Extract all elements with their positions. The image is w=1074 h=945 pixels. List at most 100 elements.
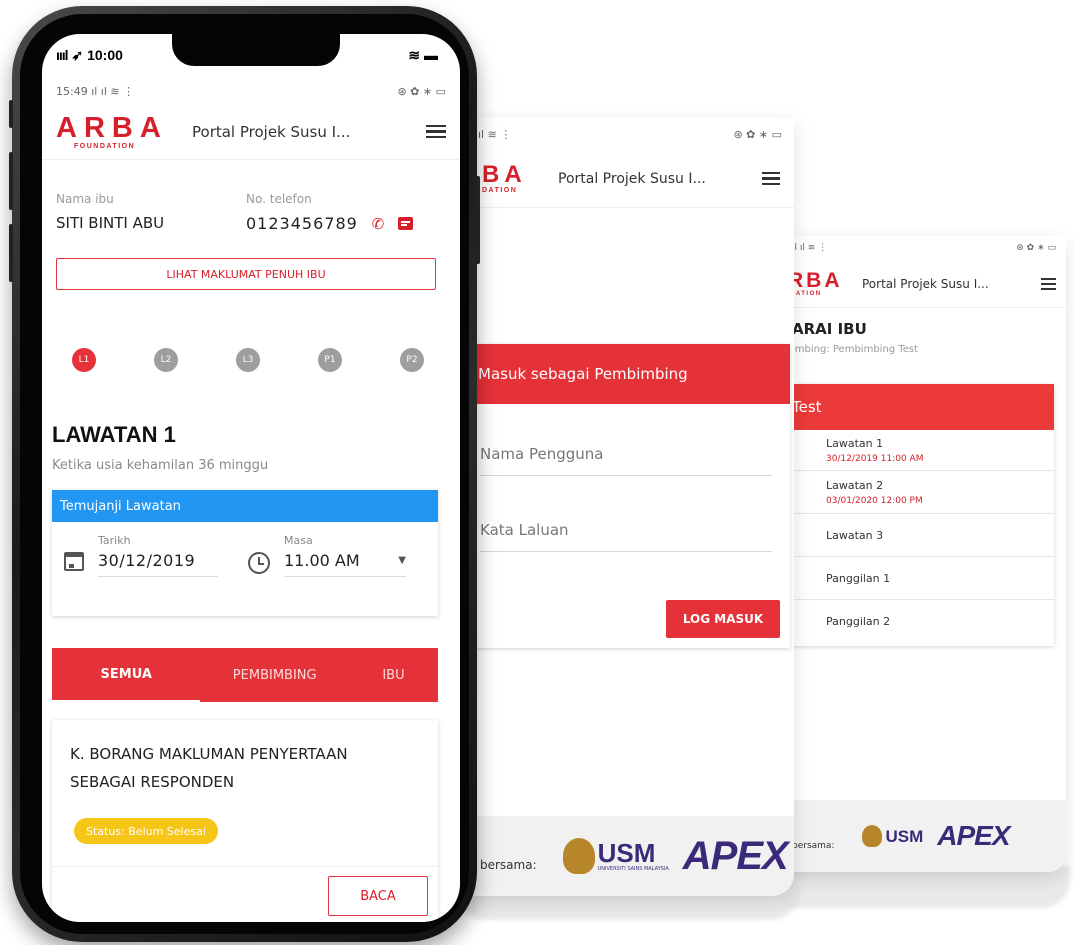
list-item[interactable]: Lawatan 1 30/12/2019 11:00 AM: [778, 430, 1054, 471]
menu-icon[interactable]: [1041, 277, 1056, 290]
apex-logo: APEX: [937, 820, 1010, 851]
form-title: K. BORANG MAKLUMAN PENYERTAAN SEBAGAI RE…: [70, 740, 348, 796]
username-input[interactable]: Nama Pengguna: [480, 432, 772, 476]
status-icons: ⊛ ✿ ∗ ▭: [733, 127, 782, 141]
volume-up-button: [9, 152, 13, 210]
list-item[interactable]: Panggilan 2: [778, 600, 1054, 643]
android-time: 15:49: [56, 84, 88, 98]
signal-icons: ıl ≋ ⋮: [478, 127, 512, 141]
call-icon[interactable]: ✆: [372, 215, 385, 233]
step-p2[interactable]: P2: [400, 348, 424, 372]
group-header: Test: [778, 384, 1054, 430]
android-status-bar: 15:49 ıl ıl ≋ ⋮ ⊛ ✿ ∗ ▭: [56, 84, 446, 98]
app-title: Portal Projek Susu I...: [192, 122, 351, 141]
status-badge: Status: Belum Selesai: [74, 818, 218, 844]
visits-card: Test Lawatan 1 30/12/2019 11:00 AM Lawat…: [778, 384, 1054, 646]
status-icons: ⊛ ✿ ∗ ▭: [1016, 243, 1056, 253]
list-heading: ARAI IBU imbing: Pembimbing Test: [778, 308, 1066, 355]
ios-status-icons: ≋ ▬: [408, 46, 438, 63]
usm-sub: UNIVERSITI SAINS MALAYSIA: [597, 866, 669, 872]
row-date: 03/01/2020 12:00 PM: [826, 495, 923, 506]
logo: ARBA FOUNDATION: [56, 111, 168, 150]
step-l1[interactable]: L1: [72, 348, 96, 372]
tab-semua[interactable]: SEMUA: [52, 648, 201, 702]
step-p1[interactable]: P1: [318, 348, 342, 372]
signal-icons: ıl ıl ≋ ⋮: [792, 243, 828, 253]
date-label: Tarikh: [98, 534, 131, 547]
app-title: Portal Projek Susu I...: [862, 276, 989, 291]
row-label: Panggilan 2: [826, 615, 891, 628]
mother-name-block: Nama ibu SITI BINTI ABU: [56, 192, 164, 232]
login-header: Masuk sebagai Pembimbing: [460, 344, 790, 404]
form-card: K. BORANG MAKLUMAN PENYERTAAN SEBAGAI RE…: [52, 720, 438, 922]
date-value: 30/12/2019: [98, 551, 218, 577]
row-label: Lawatan 1: [826, 436, 884, 450]
view-full-mother-button[interactable]: LIHAT MAKLUMAT PENUH IBU: [56, 258, 436, 290]
chevron-down-icon[interactable]: ▼: [398, 555, 406, 566]
usm-text: USM: [597, 838, 656, 868]
partners-footer: bersama: USM UNIVERSITI SAINS MALAYSIA A…: [460, 816, 794, 896]
list-item[interactable]: Lawatan 3: [778, 514, 1054, 557]
read-button[interactable]: BACA: [328, 876, 428, 916]
mother-name: SITI BINTI ABU: [56, 214, 165, 232]
app-header: BA DATION Portal Projek Susu I...: [460, 150, 794, 208]
status-bar: ıl ≋ ⋮ ⊛ ✿ ∗ ▭: [460, 118, 794, 150]
appointment-header: Temujanji Lawatan: [52, 490, 438, 522]
app-header: RBA DATION Portal Projek Susu I...: [778, 260, 1066, 308]
app-title: Portal Projek Susu I...: [558, 170, 706, 187]
footer-label: bersama:: [792, 841, 835, 851]
phone-block: No. telefon 0123456789 ✆: [246, 192, 414, 233]
power-button: [476, 176, 480, 264]
mother-list-screen: ıl ıl ≋ ⋮ ⊛ ✿ ∗ ▭ RBA DATION Portal Proj…: [778, 236, 1066, 872]
list-item[interactable]: Panggilan 1: [778, 557, 1054, 600]
ios-status-bar: ıııl ➶ 10:00 ≋ ▬: [56, 46, 438, 63]
list-item[interactable]: Lawatan 2 03/01/2020 12:00 PM: [778, 471, 1054, 514]
clock-icon: [248, 552, 270, 574]
tab-bar: SEMUA PEMBIMBING IBU: [52, 648, 438, 702]
phone-label: No. telefon: [246, 192, 312, 206]
row-label: Panggilan 1: [826, 571, 891, 585]
mother-name-label: Nama ibu: [56, 192, 114, 206]
visit-title: LAWATAN 1: [52, 422, 176, 447]
usm-text: USM: [885, 826, 924, 846]
password-input[interactable]: Kata Laluan: [480, 508, 772, 552]
menu-icon[interactable]: [762, 171, 780, 186]
row-label: Lawatan 3: [826, 528, 884, 542]
tab-pembimbing[interactable]: PEMBIMBING: [200, 648, 348, 702]
row-label: Lawatan 2: [826, 478, 884, 492]
visit-subtitle: Ketika usia kehamilan 36 minggu: [52, 458, 269, 473]
login-screen: ıl ≋ ⋮ ⊛ ✿ ∗ ▭ BA DATION Portal Projek S…: [460, 118, 794, 896]
form-title-line1: K. BORANG MAKLUMAN PENYERTAAN: [70, 745, 348, 763]
form-title-line2: SEBAGAI RESPONDEN: [70, 773, 235, 791]
section-subtitle: imbing: Pembimbing Test: [792, 344, 918, 355]
usm-logo: USM UNIVERSITI SAINS MALAYSIA: [562, 838, 669, 874]
visit-stepper: L1 L2 L3 P1 P2: [72, 348, 424, 372]
time-value: 11.00 AM: [284, 551, 360, 570]
volume-down-button: [9, 224, 13, 282]
menu-icon[interactable]: [426, 124, 446, 139]
mute-switch: [9, 100, 13, 128]
calendar-icon: [64, 552, 84, 571]
step-l2[interactable]: L2: [154, 348, 178, 372]
ios-time: 10:00: [87, 46, 123, 63]
time-field[interactable]: Masa 11.00 AM ▼: [284, 534, 406, 577]
partners-footer: bersama: USM APEX: [778, 800, 1066, 872]
footer-label: bersama:: [480, 858, 537, 872]
status-bar: ıl ıl ≋ ⋮ ⊛ ✿ ∗ ▭: [778, 236, 1066, 260]
app-header: ARBA FOUNDATION Portal Projek Susu I...: [42, 104, 460, 160]
row-date: 30/12/2019 11:00 AM: [826, 453, 924, 464]
date-field[interactable]: Tarikh 30/12/2019: [98, 534, 218, 577]
section-title: ARAI IBU: [792, 320, 867, 338]
logo: BA DATION: [482, 161, 527, 195]
visit-screen: ıııl ➶ 10:00 ≋ ▬ 15:49 ıl ıl ≋ ⋮ ⊛ ✿ ∗ ▭…: [42, 34, 460, 922]
android-status-icons: ⊛ ✿ ∗ ▭: [397, 84, 446, 98]
tab-ibu[interactable]: IBU: [349, 648, 438, 702]
login-button[interactable]: LOG MASUK: [666, 600, 780, 638]
login-card: Masuk sebagai Pembimbing Nama Pengguna K…: [460, 344, 790, 648]
message-icon[interactable]: [398, 217, 414, 230]
step-l3[interactable]: L3: [236, 348, 260, 372]
usm-logo: USM: [862, 825, 923, 847]
appointment-card: Temujanji Lawatan Tarikh 30/12/2019 Masa…: [52, 490, 438, 616]
mockup-stage: ıl ıl ≋ ⋮ ⊛ ✿ ∗ ▭ RBA DATION Portal Proj…: [0, 0, 1074, 945]
phone-frame: ıııl ➶ 10:00 ≋ ▬ 15:49 ıl ıl ≋ ⋮ ⊛ ✿ ∗ ▭…: [9, 6, 480, 942]
